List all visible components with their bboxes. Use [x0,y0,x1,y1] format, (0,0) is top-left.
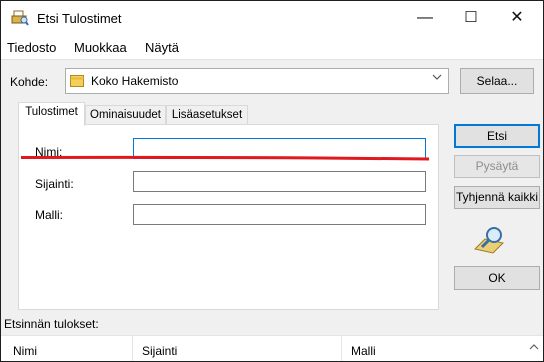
clear-all-button[interactable]: Tyhjennä kaikki [454,186,540,209]
model-field[interactable] [133,204,426,225]
chevron-down-icon[interactable] [432,73,442,84]
location-field-label: Sijainti: [35,177,74,191]
column-divider[interactable] [341,336,342,361]
title-bar: Etsi Tulostimet — ☐ ✕ [1,1,543,35]
stop-button[interactable]: Pysäytä [454,155,540,178]
ok-button[interactable]: OK [454,266,540,290]
maximize-button[interactable]: ☐ [448,1,494,35]
location-value: Koko Hakemisto [91,74,179,88]
browse-button[interactable]: Selaa... [460,68,534,94]
column-divider[interactable] [132,336,133,361]
results-header: Nimi Sijainti Malli [1,335,543,361]
close-button[interactable]: ✕ [494,1,540,35]
annotation-underline [21,155,429,161]
menu-bar: Tiedosto Muokkaa Näytä [1,35,543,60]
location-label: Kohde: [10,75,49,89]
tab-properties[interactable]: Ominaisuudet [85,105,166,125]
folder-icon [70,74,84,87]
column-location[interactable]: Sijainti [142,344,177,358]
column-name[interactable]: Nimi [13,344,37,358]
search-button[interactable]: Etsi [454,124,540,148]
find-printers-window: Etsi Tulostimet — ☐ ✕ Tiedosto Muokkaa N… [0,0,544,362]
tab-advanced[interactable]: Lisäasetukset [166,105,248,125]
window-title: Etsi Tulostimet [37,11,122,26]
tab-printers[interactable]: Tulostimet [18,102,85,126]
printer-search-icon [11,10,29,26]
menu-file[interactable]: Tiedosto [7,40,56,55]
results-label: Etsinnän tulokset: [4,317,99,331]
model-label: Malli: [35,208,64,222]
minimize-button[interactable]: — [402,1,448,35]
location-dropdown[interactable]: Koko Hakemisto [65,68,449,94]
column-model[interactable]: Malli [351,344,376,358]
search-magnifier-icon [473,225,507,255]
location-field[interactable] [133,171,426,192]
menu-edit[interactable]: Muokkaa [74,40,127,55]
menu-view[interactable]: Näytä [145,40,179,55]
scroll-up-icon[interactable] [529,342,539,353]
